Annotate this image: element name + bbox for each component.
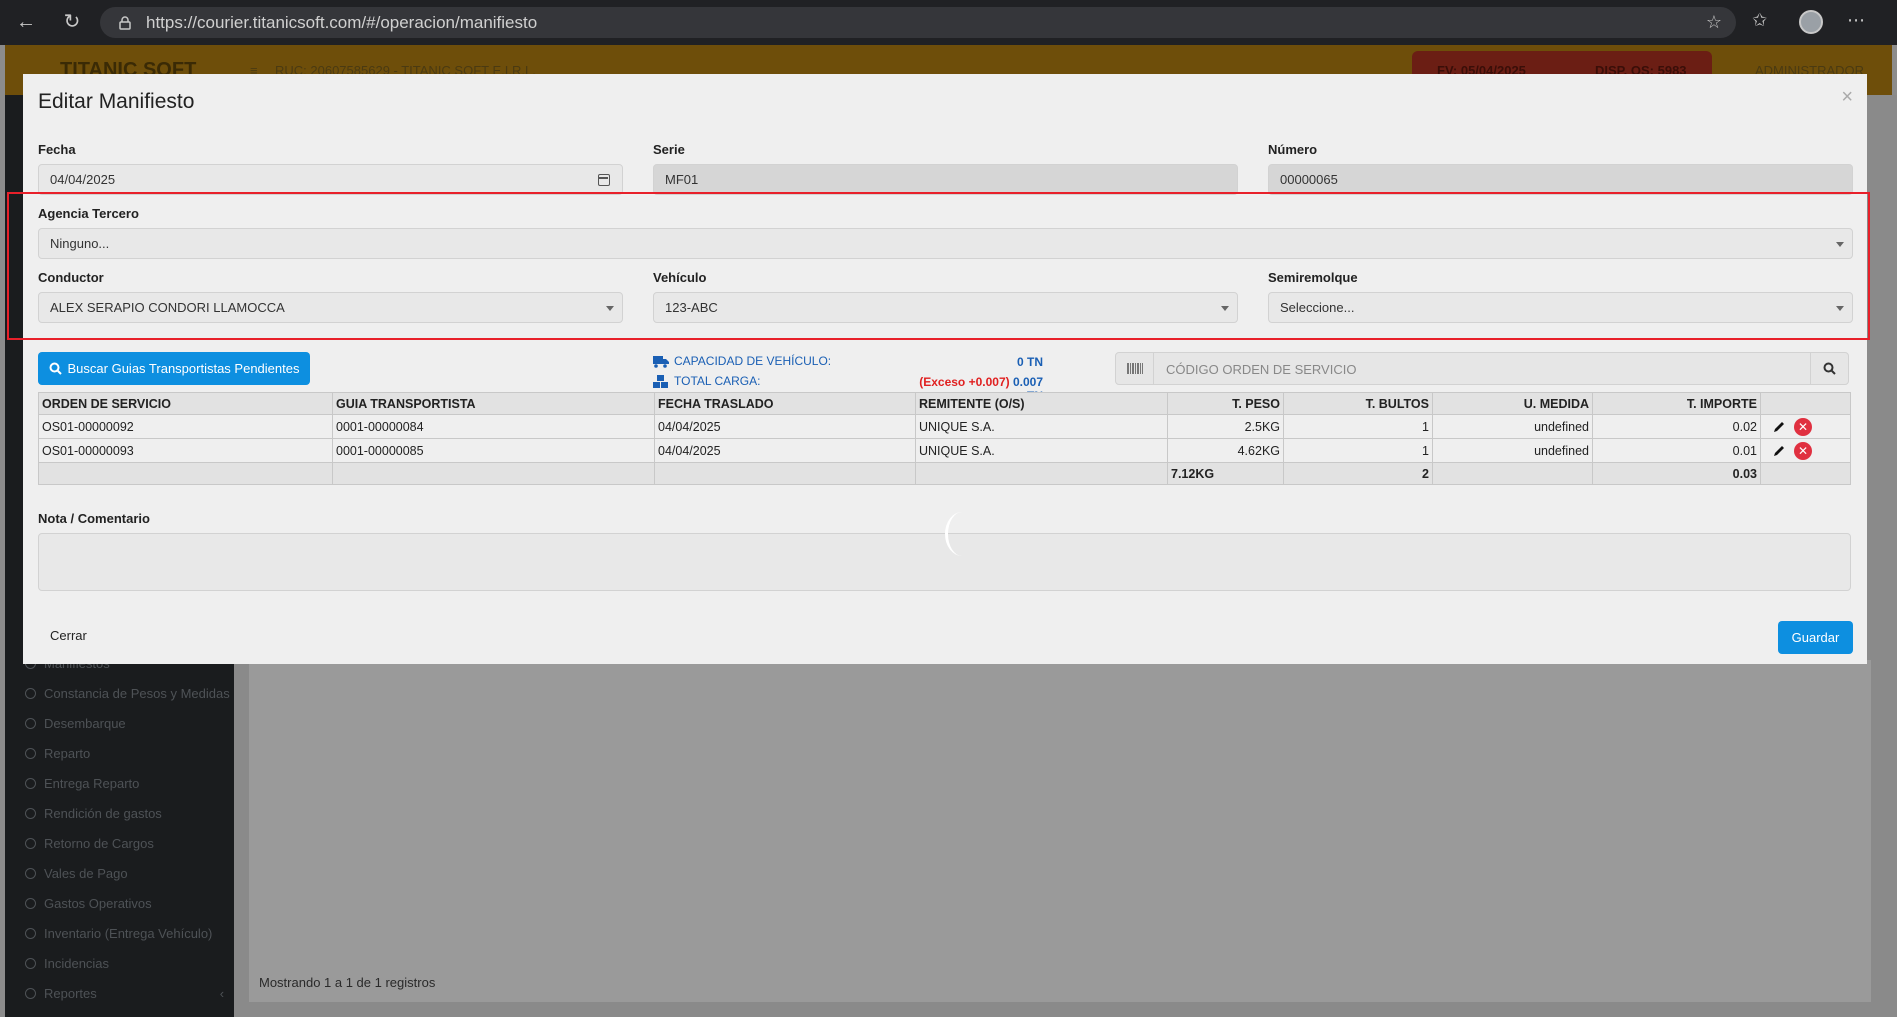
back-icon[interactable]: ← — [14, 10, 38, 34]
profile-avatar[interactable] — [1799, 10, 1823, 34]
circle-icon — [25, 898, 36, 909]
col-t-importe: T. IMPORTE — [1592, 392, 1761, 415]
search-icon — [1823, 362, 1836, 375]
nota-textarea[interactable] — [38, 533, 1851, 591]
capacidad-value: 0 TN — [1016, 355, 1043, 369]
buscar-guias-button[interactable]: Buscar Guias Transportistas Pendientes — [38, 352, 310, 385]
col-remitente: REMITENTE (O/S) — [915, 392, 1168, 415]
total-peso: 7.12KG — [1167, 462, 1284, 485]
sidebar-item-reparto[interactable]: Reparto — [25, 746, 90, 761]
calendar-icon[interactable] — [598, 174, 610, 186]
orden-servicio-input[interactable]: CÓDIGO ORDEN DE SERVICIO — [1166, 362, 1356, 377]
serie-input: MF01 — [653, 164, 1238, 195]
total-carga-label: TOTAL CARGA: — [653, 374, 760, 388]
table-row: OS01-00000092 0001-00000084 04/04/2025 U… — [38, 414, 1851, 439]
reload-icon[interactable]: ↻ — [60, 10, 84, 34]
total-importe: 0.03 — [1592, 462, 1761, 485]
sidebar-item-inventario[interactable]: Inventario (Entrega Vehículo) — [25, 926, 212, 941]
col-u-medida: U. MEDIDA — [1432, 392, 1593, 415]
url-text: https://courier.titanicsoft.com/#/operac… — [146, 12, 538, 32]
lock-icon — [119, 15, 131, 30]
circle-icon — [25, 838, 36, 849]
truck-icon — [653, 355, 669, 368]
sidebar-item-entrega-reparto[interactable]: Entrega Reparto — [25, 776, 139, 791]
delete-icon[interactable]: ✕ — [1794, 441, 1812, 460]
col-orden-servicio: ORDEN DE SERVICIO — [38, 392, 333, 415]
circle-icon — [25, 748, 36, 759]
numero-input: 00000065 — [1268, 164, 1853, 195]
close-icon[interactable]: × — [1841, 86, 1853, 109]
nota-label: Nota / Comentario — [38, 511, 150, 526]
bookmark-star-icon[interactable]: ☆ — [1706, 12, 1722, 33]
circle-icon — [25, 688, 36, 699]
pagination-info: Mostrando 1 a 1 de 1 registros — [259, 975, 436, 990]
col-guia-transportista: GUIA TRANSPORTISTA — [332, 392, 655, 415]
circle-icon — [25, 808, 36, 819]
highlight-box — [7, 192, 1870, 340]
content-panel — [249, 660, 1871, 1002]
circle-icon — [25, 868, 36, 879]
col-t-bultos: T. BULTOS — [1283, 392, 1433, 415]
sidebar-item-gastos[interactable]: Gastos Operativos — [25, 896, 152, 911]
table-total-row: 7.12KG 2 0.03 — [38, 462, 1851, 485]
favorites-icon[interactable]: ✩ — [1752, 10, 1767, 31]
modal-title: Editar Manifiesto — [38, 90, 195, 113]
table-row: OS01-00000093 0001-00000085 04/04/2025 U… — [38, 438, 1851, 463]
sidebar-item-incidencias[interactable]: Incidencias — [25, 956, 109, 971]
serie-label: Serie — [653, 142, 685, 157]
col-fecha-traslado: FECHA TRASLADO — [654, 392, 916, 415]
cerrar-button[interactable]: Cerrar — [50, 628, 87, 643]
sidebar-item-reportes[interactable]: Reportes ‹ — [25, 986, 224, 1001]
search-button[interactable] — [1810, 353, 1848, 384]
guias-table: ORDEN DE SERVICIO GUIA TRANSPORTISTA FEC… — [38, 392, 1851, 485]
search-icon — [49, 362, 62, 375]
col-actions — [1760, 392, 1851, 415]
edit-manifiesto-modal: Editar Manifiesto × Fecha 04/04/2025 Ser… — [23, 74, 1867, 664]
address-bar[interactable]: https://courier.titanicsoft.com/#/operac… — [100, 7, 1736, 38]
circle-icon — [25, 988, 36, 999]
circle-icon — [25, 958, 36, 969]
table-header-row: ORDEN DE SERVICIO GUIA TRANSPORTISTA FEC… — [38, 392, 1851, 415]
fecha-label: Fecha — [38, 142, 76, 157]
chevron-left-icon: ‹ — [219, 986, 225, 1001]
total-bultos: 2 — [1283, 462, 1433, 485]
barcode-icon — [1116, 353, 1154, 384]
sidebar-item-constancia[interactable]: Constancia de Pesos y Medidas — [25, 686, 230, 701]
edit-pencil-icon[interactable] — [1772, 444, 1786, 458]
col-t-peso: T. PESO — [1167, 392, 1284, 415]
numero-label: Número — [1268, 142, 1318, 157]
circle-icon — [25, 928, 36, 939]
loading-spinner — [945, 512, 979, 556]
sidebar-item-vales[interactable]: Vales de Pago — [25, 866, 128, 881]
exceso-text: (Exceso +0.007) — [919, 375, 1010, 389]
circle-icon — [25, 718, 36, 729]
fecha-input[interactable]: 04/04/2025 — [38, 164, 623, 195]
more-menu-icon[interactable]: ⋯ — [1847, 10, 1865, 31]
orden-servicio-search: CÓDIGO ORDEN DE SERVICIO — [1115, 352, 1849, 385]
edit-pencil-icon[interactable] — [1772, 420, 1786, 434]
guardar-button[interactable]: Guardar — [1778, 621, 1853, 654]
delete-icon[interactable]: ✕ — [1794, 417, 1812, 436]
boxes-icon — [653, 374, 668, 388]
circle-icon — [25, 778, 36, 789]
capacidad-label: CAPACIDAD DE VEHÍCULO: — [653, 354, 831, 368]
browser-toolbar: ← ↻ https://courier.titanicsoft.com/#/op… — [0, 0, 1897, 45]
sidebar-item-desembarque[interactable]: Desembarque — [25, 716, 126, 731]
sidebar-item-rendicion[interactable]: Rendición de gastos — [25, 806, 162, 821]
sidebar-item-retorno[interactable]: Retorno de Cargos — [25, 836, 154, 851]
